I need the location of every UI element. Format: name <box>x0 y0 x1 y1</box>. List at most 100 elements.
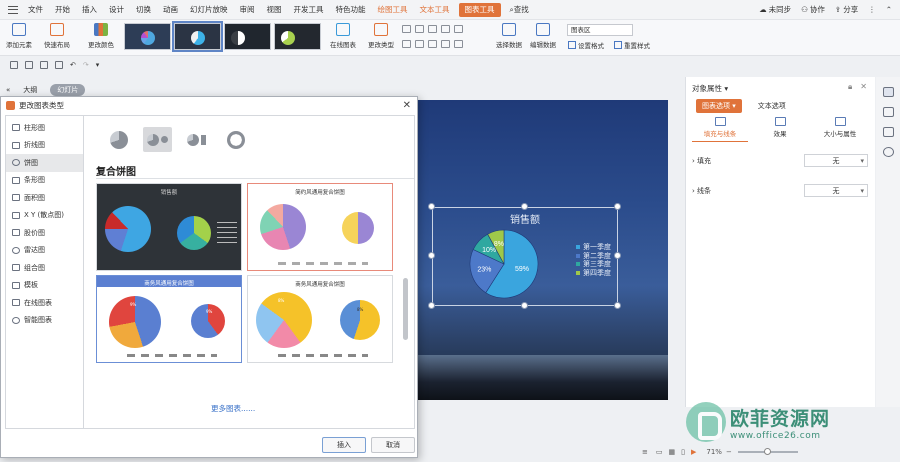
chart-style-3[interactable] <box>224 23 271 50</box>
resize-handle-br[interactable] <box>614 302 621 309</box>
collab-button[interactable]: ⚇ 协作 <box>801 4 825 15</box>
sorter-view-icon[interactable]: ▦ <box>669 448 676 456</box>
dialog-close-icon[interactable]: ✕ <box>403 100 411 111</box>
resize-handle-t[interactable] <box>521 203 528 210</box>
category-bar[interactable]: 条形图 <box>6 172 83 190</box>
radar-chart-icon[interactable] <box>428 40 437 48</box>
menu-file[interactable]: 文件 <box>22 0 49 20</box>
menu-chart-tools[interactable]: 图表工具 <box>458 2 501 17</box>
share-button[interactable]: ⇪ 分享 <box>835 4 858 15</box>
copy-format-icon[interactable] <box>882 127 894 137</box>
category-area[interactable]: 面积图 <box>6 189 83 207</box>
line-select[interactable]: 无 <box>804 184 868 197</box>
zoom-slider-knob[interactable] <box>763 448 771 455</box>
normal-view-icon[interactable]: ▭ <box>656 448 663 456</box>
menu-icon[interactable] <box>8 5 18 14</box>
resize-handle-tr[interactable] <box>614 203 621 210</box>
category-combo[interactable]: 组合图 <box>6 259 83 277</box>
fill-select[interactable]: 无 <box>804 154 868 167</box>
settings-icon[interactable] <box>882 147 894 157</box>
menu-home[interactable]: 开始 <box>49 0 76 20</box>
chart-legend[interactable]: 第一季度 第二季度 第三季度 第四季度 <box>576 243 611 277</box>
edit-data-button[interactable]: 编辑数据 <box>530 20 556 49</box>
subtab-effects[interactable]: 效果 <box>752 117 808 142</box>
zoom-out-icon[interactable]: − <box>726 448 732 456</box>
menu-animation[interactable]: 动画 <box>157 0 184 20</box>
template-card[interactable]: 简约风通用复合饼图 <box>247 183 393 271</box>
chart-title[interactable]: 销售额 <box>432 211 618 226</box>
subtab-fill-line[interactable]: 填充与线条 <box>692 117 748 142</box>
menu-developer[interactable]: 开发工具 <box>288 0 330 20</box>
category-stock[interactable]: 股价图 <box>6 224 83 242</box>
category-line[interactable]: 折线图 <box>6 137 83 155</box>
template-card[interactable]: 商务风通用复合饼图 8% 8% <box>247 275 393 363</box>
resize-handle-bl[interactable] <box>428 302 435 309</box>
chart-style-1[interactable] <box>124 23 171 50</box>
menu-transition[interactable]: 切换 <box>130 0 157 20</box>
tab-slides[interactable]: 幻灯片 <box>50 84 86 96</box>
category-column[interactable]: 柱形图 <box>6 119 83 137</box>
zoom-slider[interactable] <box>737 448 798 455</box>
add-element-button[interactable]: 添加元素 <box>6 20 32 49</box>
tab-text-options[interactable]: 文本选项 <box>752 99 792 113</box>
resize-handle-tl[interactable] <box>428 203 435 210</box>
close-icon[interactable]: ✕ <box>860 82 867 92</box>
category-smart[interactable]: 智能图表 <box>6 312 83 330</box>
resize-handle-l[interactable] <box>428 252 435 259</box>
chart-style-2[interactable] <box>172 21 223 52</box>
menu-slideshow[interactable]: 幻灯片放映 <box>184 0 234 20</box>
menu-design[interactable]: 设计 <box>103 0 130 20</box>
tab-outline[interactable]: 大纲 <box>16 84 44 96</box>
print-preview-icon[interactable] <box>55 61 63 69</box>
area-chart-icon[interactable] <box>454 25 463 33</box>
line-chart-icon[interactable] <box>415 25 424 33</box>
column-chart-icon[interactable] <box>402 25 411 33</box>
menu-drawing-tools[interactable]: 绘图工具 <box>372 0 414 20</box>
menu-review[interactable]: 审阅 <box>234 0 261 20</box>
category-pie[interactable]: 饼图 <box>6 154 83 172</box>
select-data-button[interactable]: 选择数据 <box>496 20 522 49</box>
more-charts-link[interactable]: 更多图表...... <box>211 403 255 414</box>
search-box[interactable]: ⌕ 查找 <box>504 0 535 20</box>
style-icon[interactable] <box>882 107 894 117</box>
chart-element-select[interactable]: 图表区 <box>567 24 633 36</box>
resize-handle-r[interactable] <box>614 252 621 259</box>
chart-style-4[interactable] <box>274 23 321 50</box>
more-icon[interactable]: ⋮ <box>868 5 876 14</box>
category-radar[interactable]: 雷达图 <box>6 242 83 260</box>
pie-chart[interactable]: 59%23%10%8% <box>462 227 546 301</box>
reading-view-icon[interactable]: ▯ <box>681 448 685 456</box>
pin-icon[interactable]: 🔒︎ <box>848 82 852 92</box>
slideshow-icon[interactable]: ▶ <box>691 448 696 456</box>
menu-text-tools[interactable]: 文本工具 <box>414 0 456 20</box>
category-scatter[interactable]: X Y (散点图) <box>6 207 83 225</box>
properties-icon[interactable] <box>882 87 894 97</box>
cancel-button[interactable]: 取消 <box>371 437 415 453</box>
reset-style-button[interactable]: 重置样式 <box>614 40 650 50</box>
variant-pie[interactable] <box>104 127 133 152</box>
template-card[interactable]: 销售额 <box>96 183 242 271</box>
template-scrollbar[interactable] <box>403 278 408 340</box>
category-online[interactable]: 在线图表 <box>6 294 83 312</box>
collapse-panel-icon[interactable]: « <box>6 86 10 94</box>
export-icon[interactable] <box>25 61 33 69</box>
stock-chart-icon[interactable] <box>402 40 411 48</box>
scatter-chart-icon[interactable] <box>415 40 424 48</box>
zoom-level[interactable]: 71% <box>706 448 722 456</box>
combo-chart-icon[interactable] <box>441 40 450 48</box>
bar-chart-icon[interactable] <box>441 25 450 33</box>
pie-chart-icon[interactable] <box>428 25 437 33</box>
menu-insert[interactable]: 插入 <box>76 0 103 20</box>
sync-status[interactable]: ☁ 未同步 <box>759 4 791 15</box>
print-icon[interactable] <box>40 61 48 69</box>
tab-chart-options[interactable]: 图表选项 ▾ <box>696 99 742 113</box>
set-format-button[interactable]: 设置格式 <box>568 40 604 50</box>
menu-special[interactable]: 特色功能 <box>330 0 372 20</box>
menu-view[interactable]: 视图 <box>261 0 288 20</box>
notes-icon[interactable]: ≡ <box>642 448 648 456</box>
undo-icon[interactable]: ↶ <box>70 61 76 69</box>
change-type-button[interactable]: 更改类型 <box>368 20 394 49</box>
category-template[interactable]: 模板 <box>6 277 83 295</box>
online-chart-button[interactable]: 在线图表 <box>330 20 356 49</box>
save-icon[interactable] <box>10 61 18 69</box>
